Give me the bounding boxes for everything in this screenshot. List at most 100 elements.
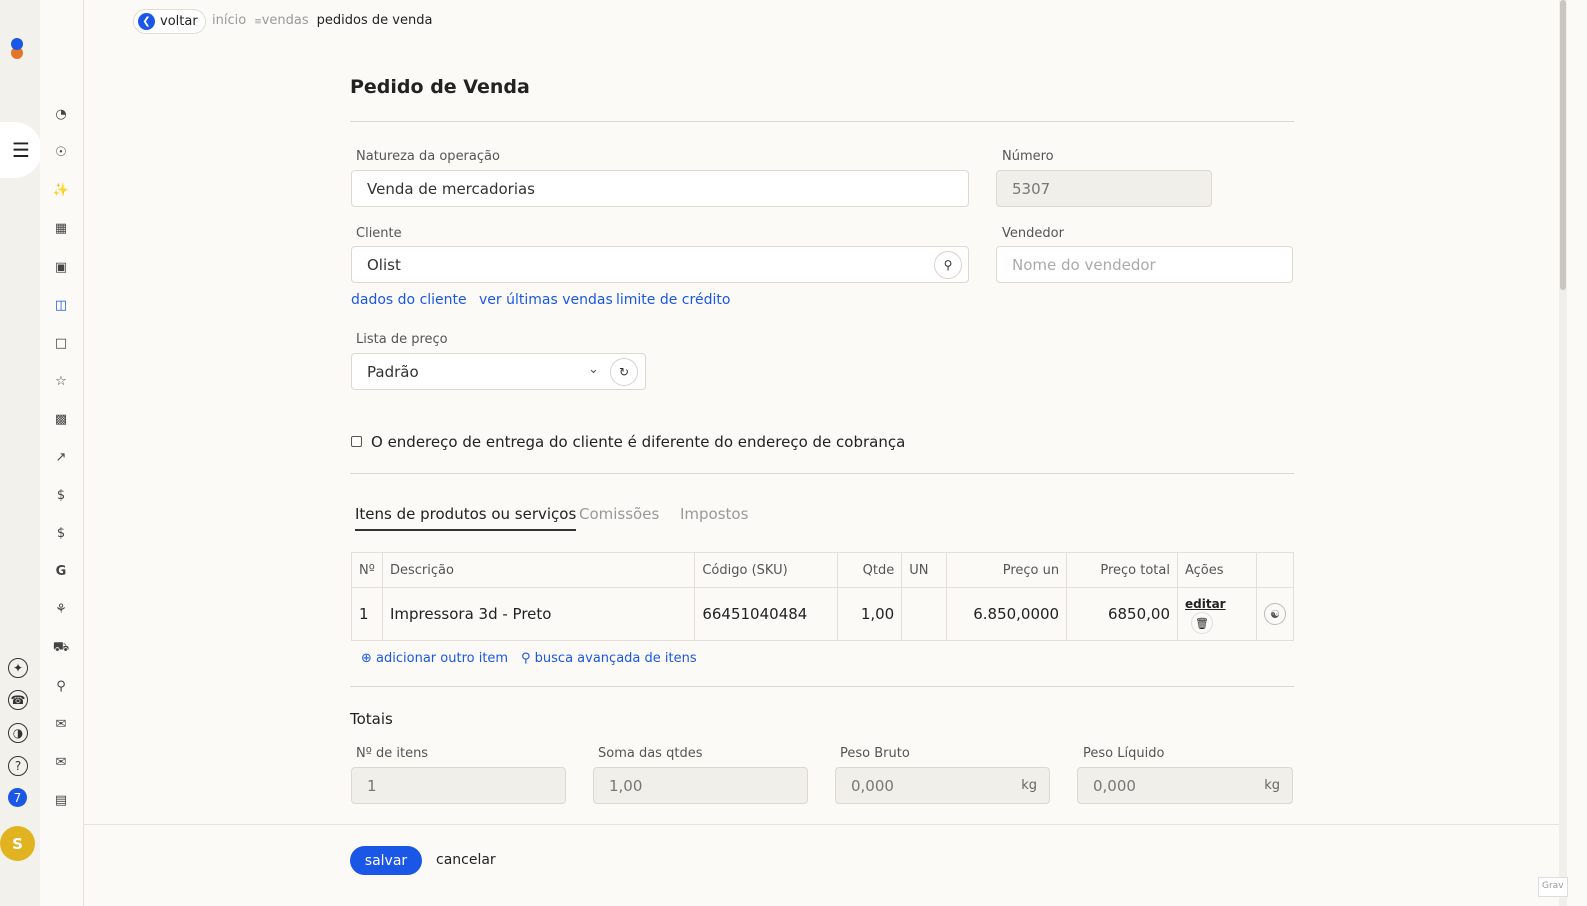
breadcrumb-inicio[interactable]: início: [212, 13, 246, 28]
cell-qtde: 1,00: [837, 587, 903, 641]
n-itens-input[interactable]: 1: [351, 767, 566, 804]
truck-icon[interactable]: ⛟: [52, 639, 70, 657]
add-item-label: adicionar outro item: [376, 651, 509, 666]
network-icon[interactable]: ⚘: [52, 600, 70, 618]
scrollbar[interactable]: [1559, 0, 1567, 906]
items-table: Nº Descrição Código (SKU) Qtde UN Preço …: [351, 552, 1295, 641]
vendedor-placeholder: Nome do vendedor: [1012, 255, 1156, 274]
numero-label: Número: [1002, 149, 1054, 164]
contrast-icon[interactable]: ◑: [8, 723, 28, 743]
ultimas-vendas-link[interactable]: ver últimas vendas: [479, 292, 613, 308]
catalog-icon[interactable]: ▦: [52, 219, 70, 237]
soma-qtdes-label: Soma das qtdes: [598, 746, 703, 761]
tab-comissoes[interactable]: Comissões: [579, 505, 659, 529]
cart-icon[interactable]: ⚲: [52, 677, 70, 695]
save-button[interactable]: salvar: [350, 846, 422, 875]
numero-input[interactable]: 5307: [996, 170, 1212, 207]
page-title: Pedido de Venda: [350, 76, 530, 98]
menu-icon: ≡: [254, 17, 262, 27]
breadcrumb-pedidos: pedidos de venda: [316, 13, 433, 28]
numero-value: 5307: [1012, 179, 1051, 198]
dashboard-icon[interactable]: ◔: [52, 105, 70, 123]
breadcrumb-vendas[interactable]: ≡vendas: [254, 13, 308, 28]
limite-credito-link[interactable]: limite de crédito: [616, 292, 730, 308]
briefcase-icon[interactable]: ▣: [52, 258, 70, 276]
tab-itens[interactable]: Itens de produtos ou serviços: [355, 505, 577, 531]
dollar-icon-2[interactable]: $: [52, 524, 70, 542]
google-icon[interactable]: G: [52, 562, 70, 580]
inbox-icon[interactable]: ◫: [52, 296, 70, 314]
document-icon[interactable]: □: [52, 334, 70, 352]
plus-circle-icon: ⊕: [361, 651, 372, 666]
magic-wand-icon[interactable]: ✨: [52, 181, 70, 199]
notification-badge[interactable]: 7: [8, 788, 27, 807]
chat-icon[interactable]: ✉: [52, 715, 70, 733]
cell-sku: 66451040484: [694, 587, 839, 641]
col-sku: Código (SKU): [694, 552, 839, 588]
endereco-checkbox[interactable]: [351, 436, 362, 447]
col-un: UN: [901, 552, 948, 588]
peso-bruto-value: 0,000: [851, 776, 894, 795]
col-extra: [1255, 552, 1295, 588]
natureza-value: Venda de mercadorias: [367, 179, 535, 198]
cell-preco-total: 6850,00: [1066, 587, 1178, 641]
help-icon[interactable]: ?: [8, 756, 28, 776]
col-preco-total: Preço total: [1066, 552, 1178, 588]
divider: [350, 686, 1294, 687]
tab-impostos[interactable]: Impostos: [680, 505, 748, 529]
peso-bruto-label: Peso Bruto: [840, 746, 910, 761]
eye-icon[interactable]: ☉: [52, 143, 70, 161]
peso-liquido-label: Peso Líquido: [1083, 746, 1165, 761]
cell-extra: ☯: [1255, 587, 1295, 641]
natureza-input[interactable]: Venda de mercadorias: [351, 170, 969, 207]
endereco-checkbox-label: O endereço de entrega do cliente é difer…: [371, 433, 906, 451]
breadcrumb-vendas-label: vendas: [261, 13, 309, 28]
trash-icon[interactable]: 🗑: [1191, 612, 1213, 634]
dados-cliente-link[interactable]: dados do cliente: [351, 292, 467, 308]
chart-icon[interactable]: ↗: [52, 448, 70, 466]
back-button[interactable]: ❮ voltar: [133, 9, 206, 34]
kg-unit: kg: [1021, 778, 1037, 793]
cancel-button[interactable]: cancelar: [436, 852, 496, 868]
lista-preco-select[interactable]: Padrão ⌄: [351, 353, 646, 390]
col-acoes: Ações: [1177, 552, 1257, 588]
advanced-search-label: busca avançada de itens: [534, 651, 697, 666]
lista-preco-value: Padrão: [367, 362, 419, 381]
chevron-down-icon: ⌄: [588, 362, 599, 377]
report-icon[interactable]: ▤: [52, 791, 70, 809]
table-row: 1 Impressora 3d - Preto 66451040484 1,00…: [351, 587, 1295, 641]
headset-icon[interactable]: ☎: [8, 690, 28, 710]
star-icon[interactable]: ☆: [52, 372, 70, 390]
search-icon[interactable]: ⚲: [934, 251, 962, 279]
stack-icon[interactable]: ☯: [1263, 603, 1286, 625]
cliente-input[interactable]: Olist: [351, 246, 969, 283]
col-preco-un: Preço un: [946, 552, 1068, 588]
cell-preco-un: 6.850,0000: [946, 587, 1068, 641]
peso-bruto-input[interactable]: 0,000 kg: [835, 767, 1050, 804]
cell-descricao: Impressora 3d - Preto: [381, 587, 696, 641]
peso-liquido-input[interactable]: 0,000 kg: [1077, 767, 1293, 804]
vendedor-input[interactable]: Nome do vendedor: [996, 246, 1293, 283]
soma-qtdes-input[interactable]: 1,00: [593, 767, 808, 804]
qr-code-icon[interactable]: ▩: [52, 410, 70, 428]
scrollbar-thumb[interactable]: [1560, 0, 1566, 290]
advanced-search-link[interactable]: ⚲ busca avançada de itens: [521, 651, 697, 666]
add-item-link[interactable]: ⊕ adicionar outro item: [361, 651, 508, 666]
recording-widget[interactable]: Grav: [1538, 877, 1568, 897]
lista-preco-label: Lista de preço: [356, 332, 448, 347]
totais-title: Totais: [350, 710, 393, 728]
footer-bar: [84, 824, 1559, 906]
cell-n: 1: [351, 587, 383, 641]
soma-qtdes-value: 1,00: [609, 776, 643, 795]
sparkle-icon[interactable]: ✦: [8, 658, 28, 678]
edit-item-link[interactable]: editar: [1185, 597, 1226, 611]
hamburger-menu-icon[interactable]: ☰: [0, 122, 42, 178]
message-icon[interactable]: ✉: [52, 753, 70, 771]
table-header: Nº Descrição Código (SKU) Qtde UN Preço …: [351, 552, 1295, 588]
dollar-icon[interactable]: $: [52, 486, 70, 504]
kg-unit: kg: [1264, 778, 1280, 793]
avatar[interactable]: S: [0, 826, 35, 861]
divider: [350, 473, 1294, 474]
cell-un: [901, 587, 948, 641]
refresh-icon[interactable]: ↻: [610, 358, 638, 386]
